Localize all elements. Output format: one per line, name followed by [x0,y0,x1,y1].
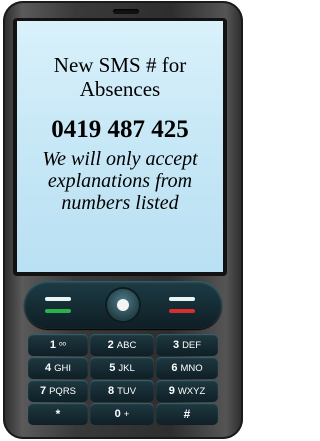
key-0[interactable]: 0 + [90,403,154,425]
key-1[interactable]: 1 ᵒᵒ [28,334,88,356]
sms-note: We will only accept explanations from nu… [42,148,198,214]
key-hash[interactable]: # [156,403,218,425]
key-4[interactable]: 4 GHI [28,357,88,379]
center-select-button[interactable] [107,289,139,321]
voicemail-icon: ᵒᵒ [58,339,67,351]
red-end-call-icon [169,309,195,313]
sms-title: New SMS # for Absences [53,53,187,101]
end-call-button[interactable] [164,287,206,323]
green-call-icon [45,309,71,313]
end-softkey-line [169,297,195,301]
call-softkey-line [45,297,71,301]
select-dot-icon [117,299,129,311]
earpiece-speaker [113,9,139,14]
key-2[interactable]: 2 ABC [90,334,154,356]
sms-phone-number: 0419 487 425 [51,116,189,143]
key-8[interactable]: 8 TUV [90,380,154,402]
key-7[interactable]: 7 PQRS [28,380,88,402]
call-button[interactable] [40,287,82,323]
key-3[interactable]: 3 DEF [156,334,218,356]
phone-screen: New SMS # for Absences 0419 487 425 We w… [17,21,223,272]
key-6[interactable]: 6 MNO [156,357,218,379]
numeric-keypad: 1 ᵒᵒ 2 ABC 3 DEF 4 GHI 5 JKL 6 MNO 7 PQRS 8 TUV … [28,334,218,426]
key-9[interactable]: 9 WXYZ [156,380,218,402]
key-star[interactable]: * [28,403,88,425]
key-5[interactable]: 5 JKL [90,357,154,379]
